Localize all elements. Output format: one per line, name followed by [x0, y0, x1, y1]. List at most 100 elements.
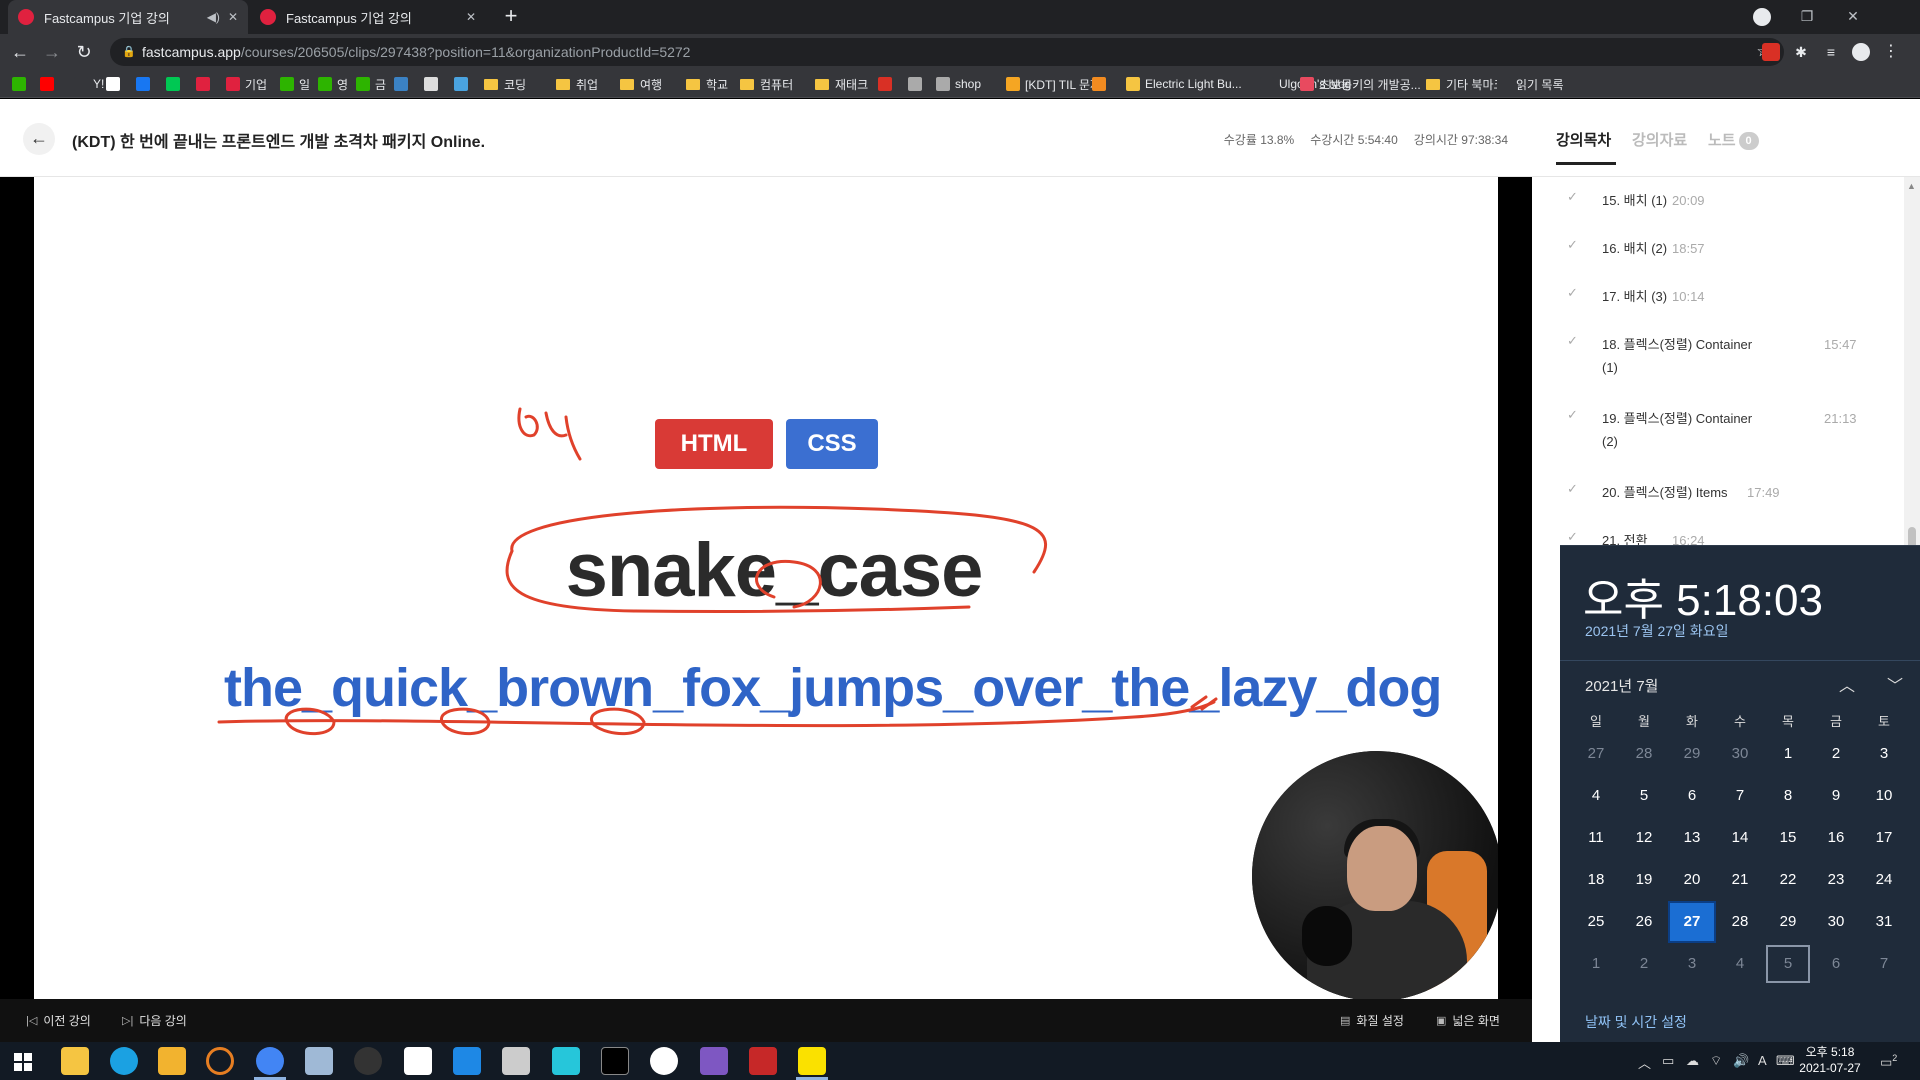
restore-icon[interactable]: ❐ [1784, 0, 1830, 34]
calendar-day[interactable]: 10 [1862, 777, 1906, 815]
calendar-day[interactable]: 6 [1814, 945, 1858, 983]
calendar-day[interactable]: 25 [1574, 903, 1618, 941]
bookmark-item[interactable] [106, 74, 125, 94]
calendar-day[interactable]: 17 [1862, 819, 1906, 857]
bookmark-item[interactable]: 읽기 목록 [1497, 74, 1564, 94]
unity-icon[interactable] [502, 1047, 530, 1075]
bookmark-item[interactable] [12, 74, 31, 94]
calendar-day[interactable]: 7 [1862, 945, 1906, 983]
eclipse-icon[interactable] [206, 1047, 234, 1075]
calendar-day[interactable]: 28 [1622, 735, 1666, 773]
prev-lecture-button[interactable]: |◁ 이전 강의 [26, 1012, 91, 1029]
edge-icon[interactable] [110, 1047, 138, 1075]
calendar-day[interactable]: 2 [1622, 945, 1666, 983]
calendar-day[interactable]: 26 [1622, 903, 1666, 941]
vscode-icon[interactable] [453, 1047, 481, 1075]
calendar-day[interactable]: 21 [1718, 861, 1762, 899]
calendar-day[interactable]: 5 [1622, 777, 1666, 815]
tray-app-icon[interactable]: ▭ [1662, 1053, 1674, 1069]
calendar-day[interactable]: 28 [1718, 903, 1762, 941]
calendar-day[interactable]: 18 [1574, 861, 1618, 899]
bookmark-item[interactable]: 일 [280, 74, 310, 94]
bookmark-item[interactable]: shop [936, 74, 981, 94]
browser-tab[interactable]: Fastcampus 기업 강의 ✕ [250, 0, 486, 34]
flyout-date[interactable]: 2021년 7월 27일 화요일 [1585, 621, 1728, 641]
calendar-day[interactable]: 11 [1574, 819, 1618, 857]
calendar-day[interactable]: 3 [1670, 945, 1714, 983]
calendar-day[interactable]: 30 [1814, 903, 1858, 941]
bookmark-item[interactable] [40, 74, 59, 94]
bookmark-item[interactable] [878, 74, 897, 94]
quality-settings-button[interactable]: ▤ 화질 설정 [1340, 1012, 1404, 1029]
bookmark-item[interactable]: [KDT] TIL 문제 [1006, 74, 1101, 94]
calendar-day[interactable]: 19 [1622, 861, 1666, 899]
calendar-day[interactable]: 16 [1814, 819, 1858, 857]
date-time-settings-link[interactable]: 날짜 및 시간 설정 [1585, 1012, 1687, 1032]
calendar-day[interactable]: 8 [1766, 777, 1810, 815]
calendar-day[interactable]: 23 [1814, 861, 1858, 899]
calendar-day[interactable]: 30 [1718, 735, 1762, 773]
ime-indicator[interactable]: A [1758, 1053, 1767, 1068]
calendar-day[interactable]: 22 [1766, 861, 1810, 899]
bookmark-item[interactable]: 기업 [226, 74, 267, 94]
calendar-day[interactable]: 1 [1574, 945, 1618, 983]
bookmark-item[interactable]: 기타 북마크 [1426, 74, 1505, 94]
bookmark-item[interactable] [424, 74, 443, 94]
tab-materials[interactable]: 강의자료 [1632, 129, 1687, 150]
calendar-day[interactable]: 4 [1574, 777, 1618, 815]
bookmark-item[interactable] [1092, 74, 1111, 94]
file-explorer-icon[interactable] [158, 1047, 186, 1075]
scroll-up-icon[interactable]: ▲ [1907, 181, 1916, 191]
chevron-up-icon[interactable]: ︿ [1835, 672, 1859, 696]
bookmark-item[interactable] [908, 74, 927, 94]
bookmark-item[interactable] [166, 74, 185, 94]
bookmark-item[interactable]: 금 [356, 74, 386, 94]
calendar-day[interactable]: 2 [1814, 735, 1858, 773]
profile-avatar-icon[interactable] [1852, 43, 1870, 61]
back-arrow-icon[interactable]: ← [23, 123, 55, 155]
calendar-day[interactable]: 14 [1718, 819, 1762, 857]
taskbar-clock[interactable]: 오후 5:18 2021-07-27 [1790, 1044, 1870, 1076]
next-lecture-button[interactable]: ▷| 다음 강의 [122, 1012, 187, 1029]
calendar-day[interactable]: 13 [1670, 819, 1714, 857]
sticky-notes-icon[interactable] [61, 1047, 89, 1075]
forward-icon[interactable]: → [40, 40, 64, 64]
calendar-day[interactable]: 12 [1622, 819, 1666, 857]
notification-center-icon[interactable]: ▭2 [1880, 1053, 1897, 1070]
chrome-menu-icon[interactable]: ⋮ [1882, 43, 1900, 61]
calendar-day[interactable]: 4 [1718, 945, 1762, 983]
tab-close-icon[interactable]: ✕ [466, 10, 476, 24]
bookmark-item[interactable] [394, 74, 413, 94]
app-icon[interactable] [305, 1047, 333, 1075]
calendar-day[interactable]: 31 [1862, 903, 1906, 941]
calendar-today[interactable]: 27 [1668, 901, 1716, 943]
extensions-puzzle-icon[interactable]: ✱ [1792, 43, 1810, 61]
tab-close-icon[interactable]: ✕ [228, 10, 238, 24]
bookmark-item[interactable]: 재태크 [815, 74, 868, 94]
visual-studio-icon[interactable] [700, 1047, 728, 1075]
calendar-day[interactable]: 6 [1670, 777, 1714, 815]
wide-screen-button[interactable]: ▣ 넓은 화면 [1436, 1012, 1500, 1029]
bookmark-item[interactable]: 여행 [620, 74, 662, 94]
windows-start-icon[interactable] [14, 1053, 32, 1071]
bookmark-item[interactable] [136, 74, 155, 94]
bookmark-item[interactable] [196, 74, 215, 94]
chevron-down-icon[interactable]: ﹀ [1883, 672, 1907, 696]
kakaotalk-icon[interactable] [798, 1047, 826, 1075]
browser-tab-active[interactable]: Fastcampus 기업 강의 ◀) ✕ [8, 0, 248, 34]
obs-icon[interactable] [354, 1047, 382, 1075]
network-icon[interactable]: ⌔ [1710, 1053, 1722, 1069]
bookmark-item[interactable]: Electric Light Bu... [1126, 74, 1242, 94]
bookmark-item[interactable]: 초보몽키의 개발공... [1300, 74, 1421, 94]
back-icon[interactable]: ← [8, 40, 32, 64]
tab-toc[interactable]: 강의목차 [1556, 129, 1616, 165]
calendar-day[interactable]: 27 [1574, 735, 1618, 773]
tray-chevron-icon[interactable]: ︿ [1638, 1053, 1651, 1072]
tab-notes[interactable]: 노트 0 [1708, 129, 1759, 150]
pdf-extension-icon[interactable] [1762, 43, 1780, 61]
slack-icon[interactable] [650, 1047, 678, 1075]
volume-icon[interactable]: 🔊 [1733, 1053, 1749, 1069]
reading-list-icon[interactable]: ≡ [1822, 43, 1840, 61]
calendar-day[interactable]: 29 [1766, 903, 1810, 941]
calendar-day[interactable]: 1 [1766, 735, 1810, 773]
